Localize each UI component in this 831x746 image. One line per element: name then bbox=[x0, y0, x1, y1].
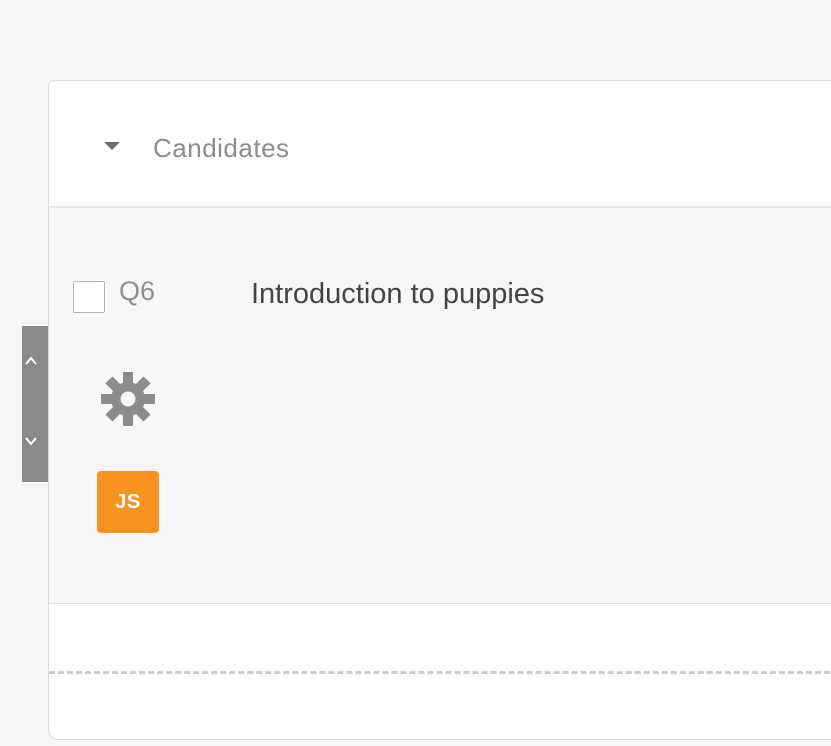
page-break-separator bbox=[49, 671, 831, 674]
question-row[interactable]: Q6 Introduction to puppies JS bbox=[49, 208, 831, 604]
question-block: Candidates Q6 Introduction to puppies JS bbox=[48, 80, 831, 740]
question-id: Q6 bbox=[119, 276, 156, 306]
chevron-up-icon[interactable] bbox=[24, 354, 38, 368]
caret-down-icon[interactable] bbox=[104, 142, 120, 150]
question-text[interactable]: Introduction to puppies bbox=[251, 278, 544, 311]
javascript-badge[interactable]: JS bbox=[97, 471, 159, 533]
block-move-handle[interactable] bbox=[22, 326, 50, 482]
block-title[interactable]: Candidates bbox=[153, 133, 290, 164]
survey-editor-page: Candidates Q6 Introduction to puppies JS bbox=[0, 0, 831, 746]
chevron-down-icon[interactable] bbox=[24, 434, 38, 448]
gear-icon[interactable] bbox=[95, 366, 161, 432]
question-select-checkbox[interactable] bbox=[73, 281, 105, 313]
block-header[interactable]: Candidates bbox=[49, 81, 831, 208]
